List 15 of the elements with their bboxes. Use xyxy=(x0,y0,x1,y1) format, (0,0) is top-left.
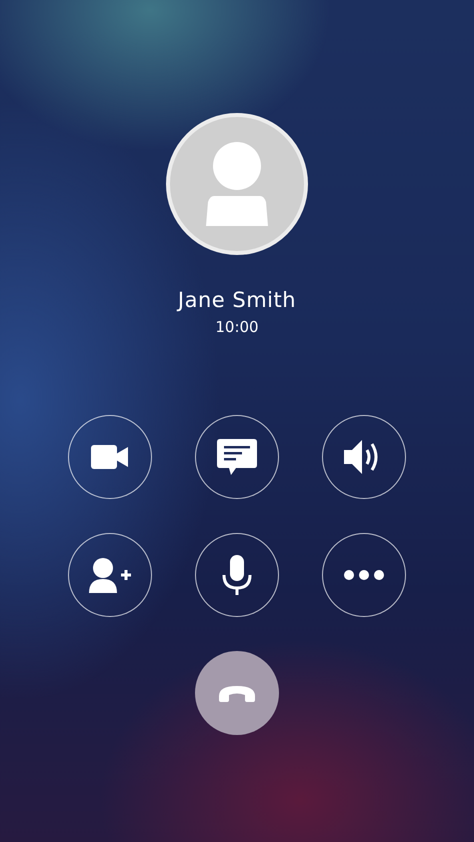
video-button[interactable] xyxy=(68,415,152,499)
microphone-icon xyxy=(222,555,252,595)
person-silhouette-icon xyxy=(206,142,268,226)
more-icon xyxy=(344,570,384,580)
video-camera-icon xyxy=(91,445,129,469)
message-button[interactable] xyxy=(195,415,279,499)
message-icon xyxy=(217,439,257,475)
add-contact-button[interactable] xyxy=(68,533,152,617)
call-duration: 10:00 xyxy=(215,317,259,337)
more-button[interactable] xyxy=(322,533,406,617)
speaker-button[interactable] xyxy=(322,415,406,499)
add-person-icon xyxy=(89,557,131,593)
microphone-button[interactable] xyxy=(195,533,279,617)
phone-hangup-icon xyxy=(217,684,257,702)
caller-name: Jane Smith xyxy=(178,287,296,313)
